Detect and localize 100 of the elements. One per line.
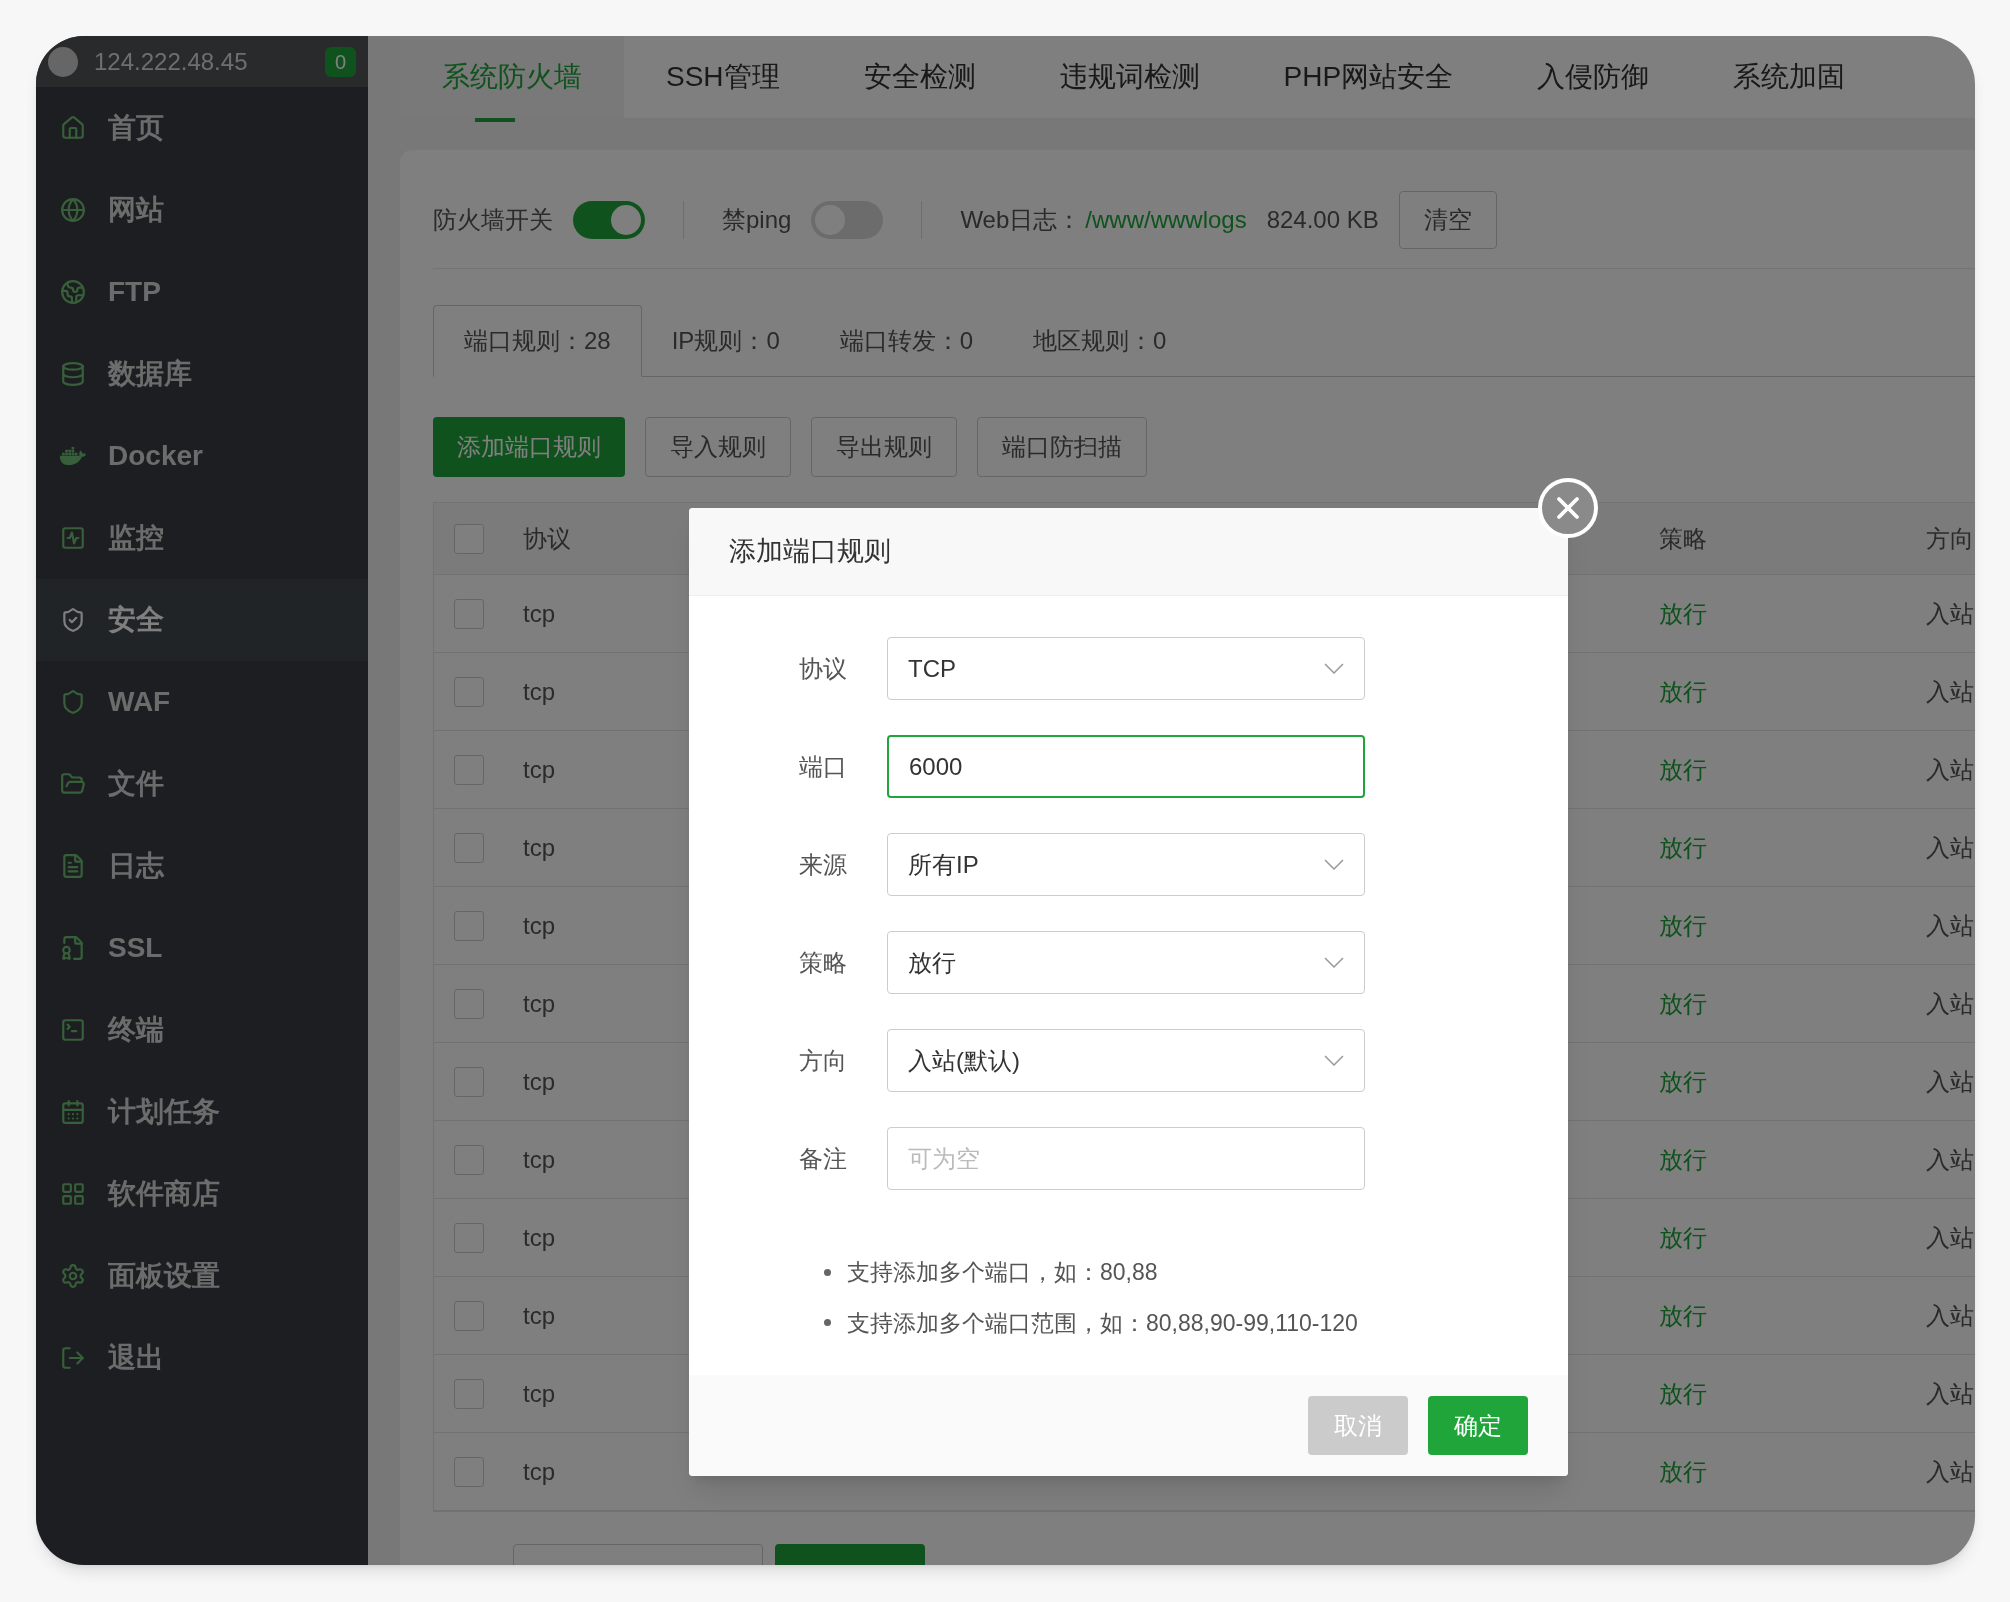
table-cell: 入站 (1926, 1457, 1974, 1485)
tab[interactable]: 安全检测 (821, 36, 1018, 118)
tab[interactable]: 端口规则：28 (433, 305, 642, 377)
grid-icon (60, 1181, 86, 1207)
field-label: 方向 (798, 1045, 848, 1076)
sidebar-item[interactable]: 面板设置 (36, 1235, 368, 1317)
tab[interactable]: SSH管理 (624, 36, 822, 118)
switch-label: 禁ping (722, 205, 792, 235)
chevron-icon (1324, 957, 1344, 968)
bullet-icon (824, 1319, 831, 1327)
sidebar-item[interactable]: SSL (36, 907, 368, 989)
field-label: 备注 (798, 1143, 848, 1174)
tab[interactable]: PHP网站安全 (1241, 36, 1496, 118)
table-cell: 放行 (1659, 1457, 1707, 1485)
tab[interactable]: IP规则：0 (641, 305, 810, 376)
dialog-title: 添加端口规则 (729, 535, 891, 569)
checkbox[interactable] (454, 1456, 484, 1487)
select-field[interactable]: 所有IP (887, 833, 1365, 896)
clear-button[interactable]: 清空 (1398, 191, 1497, 249)
table-cell: tcp (523, 677, 555, 705)
count-badge: 0 (324, 46, 356, 77)
chevron-icon (1324, 1055, 1344, 1066)
field-label: 协议 (798, 653, 848, 684)
action-button[interactable]: 端口防扫描 (977, 417, 1147, 477)
settings-icon (60, 1263, 86, 1289)
sidebar-item[interactable]: 监控 (36, 497, 368, 579)
text-field[interactable]: 6000 (887, 735, 1365, 798)
sidebar-item[interactable]: 安全 (36, 579, 368, 661)
checkbox[interactable] (454, 1300, 484, 1331)
sidebar-item[interactable]: 软件商店 (36, 1153, 368, 1235)
chart-icon (60, 525, 86, 551)
checkbox[interactable] (454, 754, 484, 785)
table-cell: 放行 (1659, 1145, 1707, 1173)
sidebar-item[interactable]: WAF (36, 661, 368, 743)
sidebar-item[interactable]: 计划任务 (36, 1071, 368, 1153)
checkbox[interactable] (454, 598, 484, 629)
tab[interactable]: 违规词检测 (1017, 36, 1242, 118)
hint-text: 支持添加多个端口，如：80,88 (847, 1258, 1158, 1287)
table-cell: 入站 (1926, 1379, 1974, 1407)
field-label: 来源 (798, 849, 848, 880)
logout-icon (60, 1345, 86, 1371)
table-cell: 入站 (1926, 1145, 1974, 1173)
switch-label: 防火墙开关 (433, 205, 553, 235)
action-button[interactable]: 添加端口规则 (433, 417, 625, 477)
toggle-switch[interactable] (573, 201, 645, 239)
checkbox[interactable] (454, 1144, 484, 1175)
text-field[interactable]: 可为空 (887, 1127, 1365, 1190)
sidebar-item[interactable]: 首页 (36, 87, 368, 169)
select-field[interactable]: TCP (887, 637, 1365, 700)
action-button[interactable]: 导入规则 (645, 417, 791, 477)
sidebar-item[interactable]: 文件 (36, 743, 368, 825)
action-button[interactable]: 导出规则 (811, 417, 957, 477)
table-cell: 放行 (1659, 1067, 1707, 1095)
checkbox[interactable] (454, 910, 484, 941)
log-label: Web日志： (960, 205, 1082, 235)
checkbox[interactable] (454, 523, 484, 554)
checkbox[interactable] (454, 832, 484, 863)
table-cell: tcp (523, 1145, 555, 1173)
globe-icon (60, 197, 86, 223)
sidebar-item[interactable]: 终端 (36, 989, 368, 1071)
column-header: 方向 (1926, 524, 1974, 552)
checkbox[interactable] (454, 1222, 484, 1253)
sidebar-item[interactable]: 网站 (36, 169, 368, 251)
table-cell: tcp (523, 911, 555, 939)
select-field[interactable]: 入站(默认) (887, 1029, 1365, 1092)
tab[interactable]: 入侵防御 (1495, 36, 1692, 118)
table-cell: 放行 (1659, 755, 1707, 783)
table-cell: 放行 (1659, 1379, 1707, 1407)
confirm-button[interactable]: 确定 (1428, 1396, 1528, 1455)
select-field[interactable]: 放行 (887, 931, 1365, 994)
checkbox[interactable] (454, 676, 484, 707)
sidebar-item[interactable]: Docker (36, 415, 368, 497)
sidebar-item[interactable]: 数据库 (36, 333, 368, 415)
bullet-icon (824, 1268, 831, 1276)
checkbox[interactable] (454, 988, 484, 1019)
home-icon (60, 115, 86, 141)
table-cell: 入站 (1926, 911, 1974, 939)
table-cell: tcp (523, 599, 555, 627)
table-cell: 入站 (1926, 599, 1974, 627)
tab[interactable]: 地区规则：0 (1003, 305, 1197, 376)
checkbox[interactable] (454, 1066, 484, 1097)
sidebar-item[interactable]: FTP (36, 251, 368, 333)
sidebar-item[interactable]: 日志 (36, 825, 368, 907)
log-size: 824.00 KB (1266, 205, 1379, 235)
tab[interactable]: 系统加固 (1691, 36, 1888, 118)
shield-icon (60, 689, 86, 715)
table-cell: tcp (523, 833, 555, 861)
checkbox[interactable] (454, 1378, 484, 1409)
terminal-icon (60, 1017, 86, 1043)
tab[interactable]: 端口转发：0 (809, 305, 1004, 376)
table-cell: tcp (523, 1223, 555, 1251)
folder-icon (60, 771, 86, 797)
log-path-link[interactable]: /www/wwwlogs (1085, 202, 1247, 238)
sidebar-item[interactable]: 退出 (36, 1317, 368, 1399)
document-icon (60, 853, 86, 879)
table-cell: tcp (523, 1457, 555, 1485)
chevron-icon (1324, 859, 1344, 870)
database-icon (60, 361, 86, 387)
table-cell: 放行 (1659, 833, 1707, 861)
column-header: 策略 (1659, 524, 1707, 552)
